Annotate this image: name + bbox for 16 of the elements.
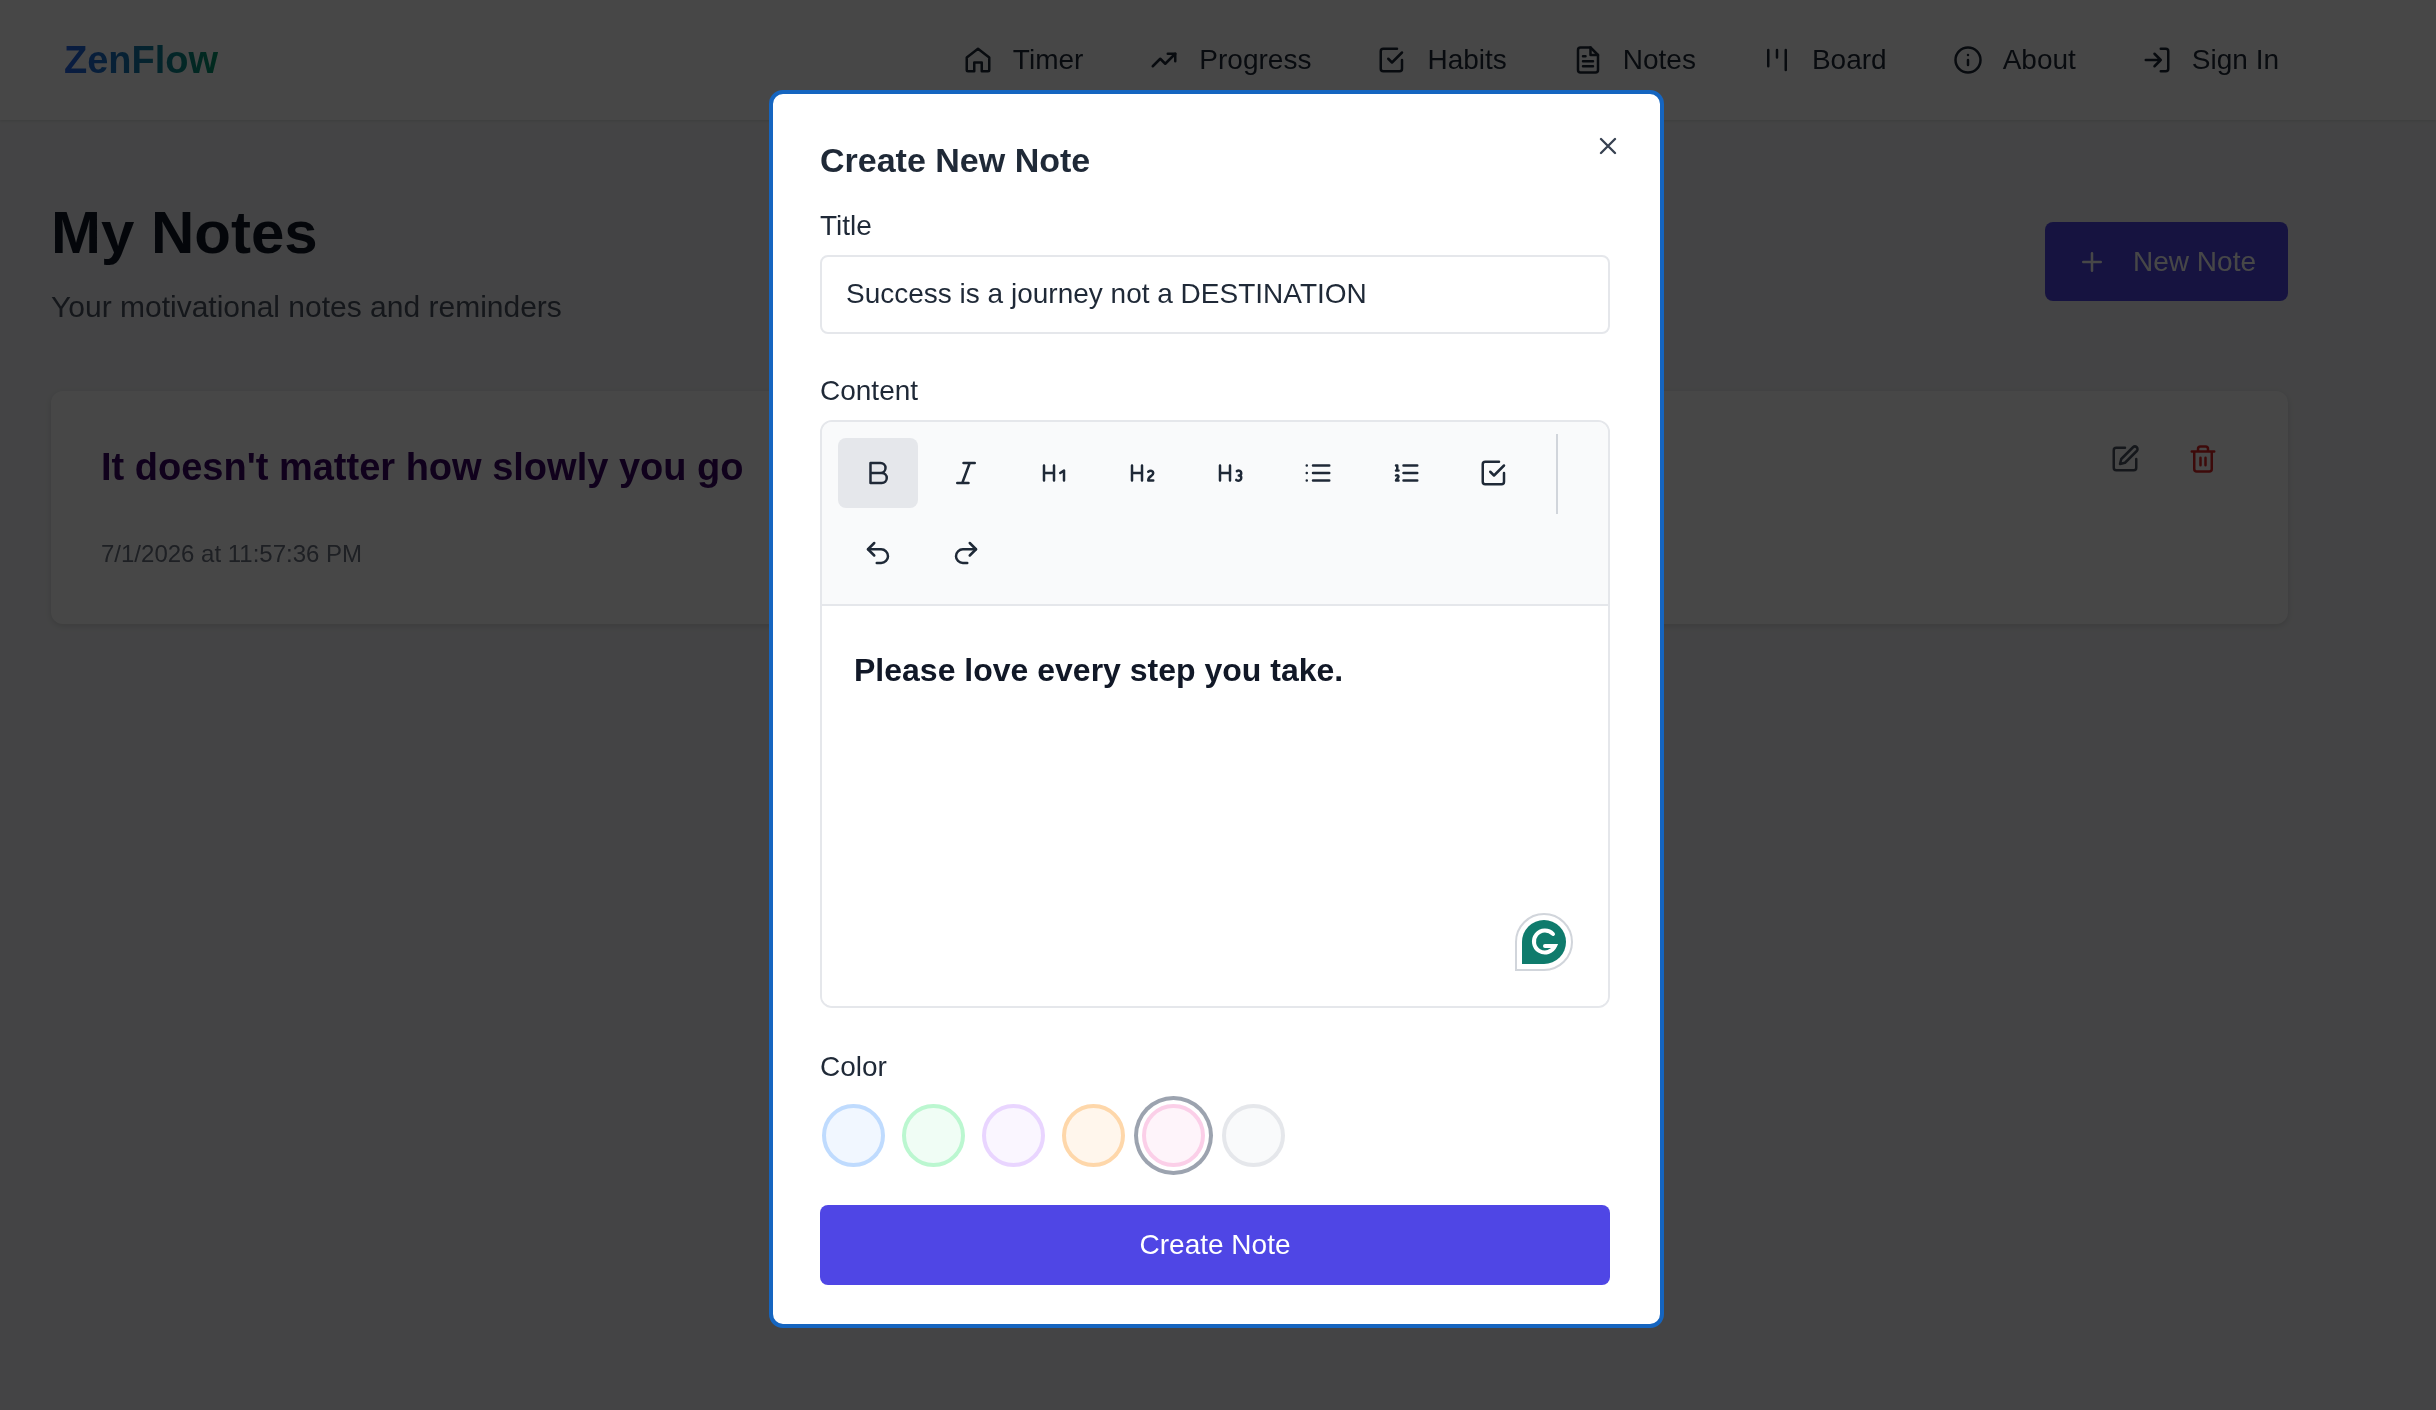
nav-link[interactable]: Notes [1622,39,1696,81]
nav-link[interactable]: Sign In [2191,39,2279,81]
field-label: Color [820,1049,888,1084]
nav-link[interactable]: Progress [1199,39,1312,81]
nav-link[interactable]: Habits [1427,39,1507,81]
create-note-button[interactable]: Create Note [820,1204,1610,1285]
note-title: It doesn't matter how slowly you go [101,445,744,490]
content-text: Please love every step you take. [854,650,1345,690]
page-title: My Notes [51,200,319,266]
nav-link[interactable]: Timer [1012,39,1084,81]
field-label: Title [820,208,873,243]
nav-link[interactable]: About [2002,39,2076,81]
dialog-title: Create New Note [820,140,1092,181]
title-input[interactable]: Success is a journey not a DESTINATION [820,254,1610,334]
nav-link[interactable]: Board [1811,39,1887,81]
field-label: Content [820,373,920,408]
